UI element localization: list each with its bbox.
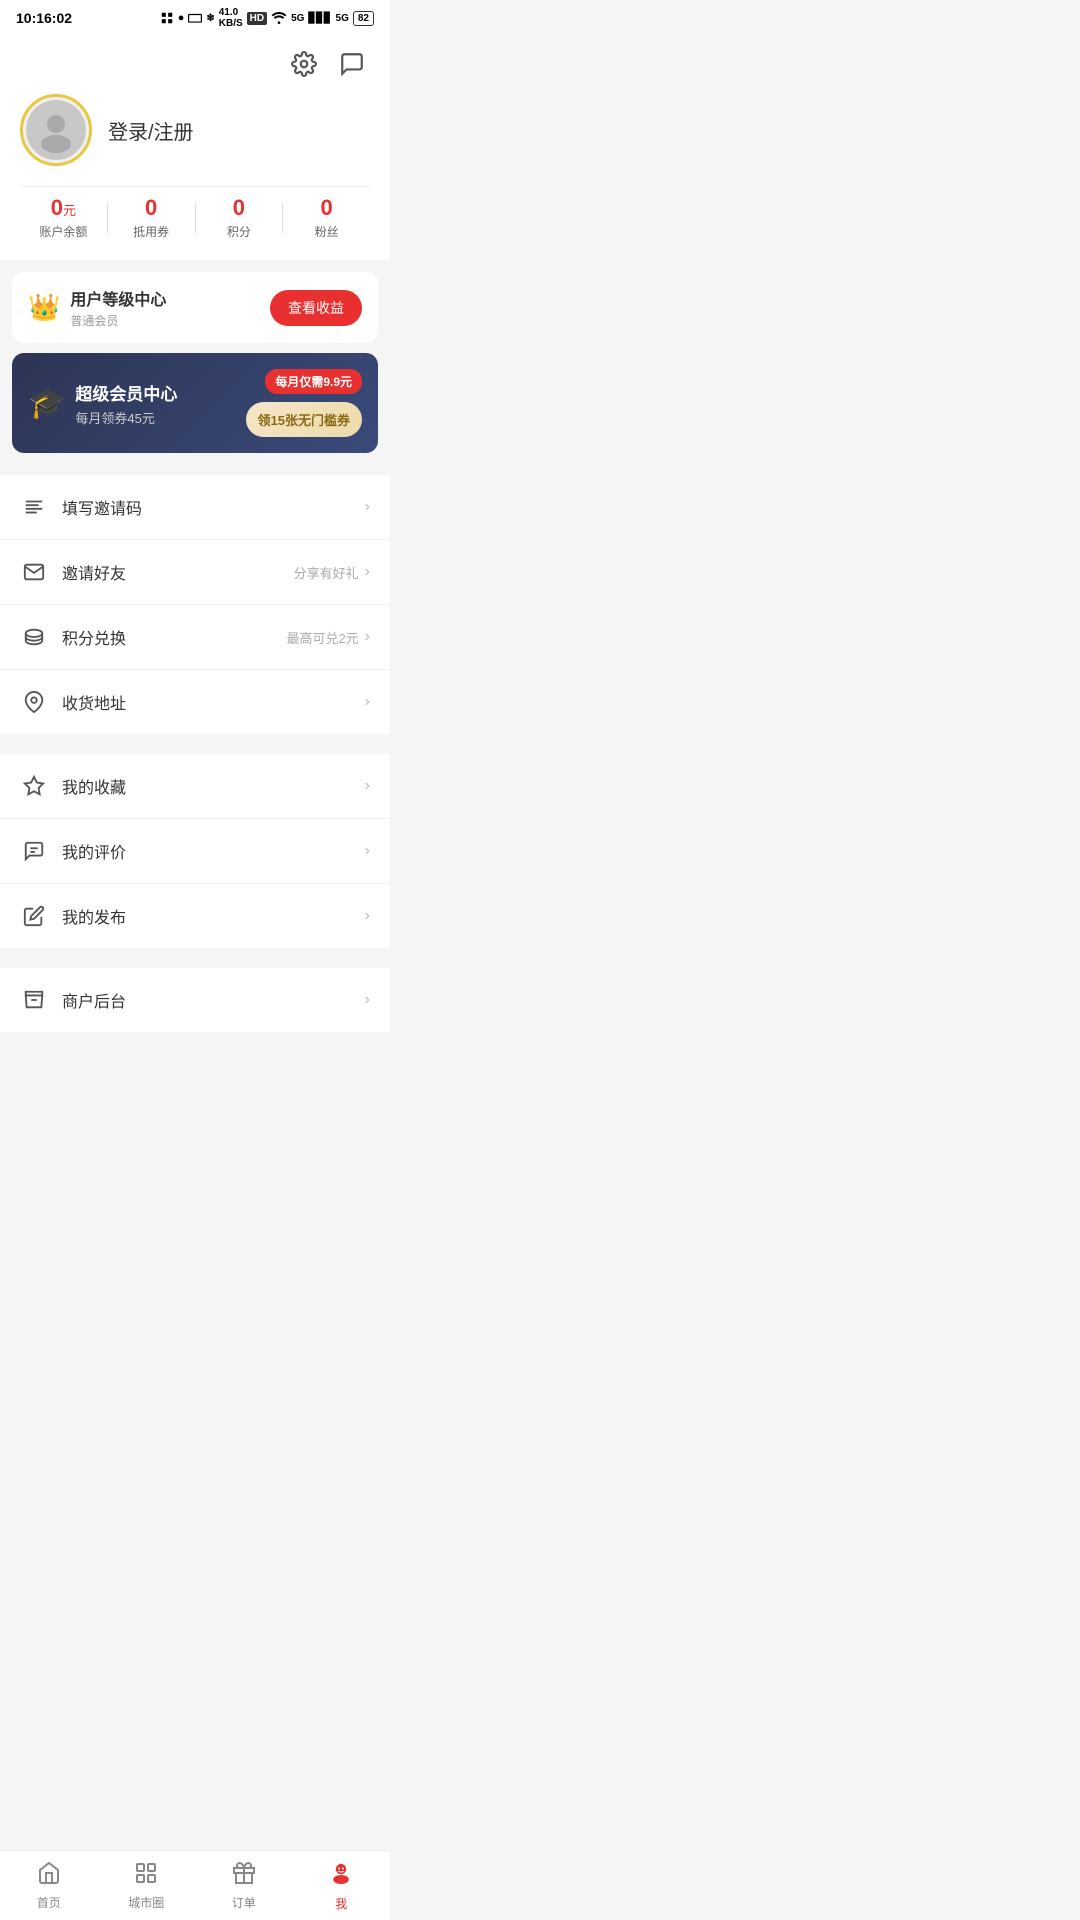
invite-friends-icon [20,558,48,586]
favorites-icon [20,772,48,800]
stats-row: 0元 账户余额 0 抵用券 0 积分 0 粉丝 [20,186,370,244]
reviews-icon [20,837,48,865]
invite-code-label: 填写邀请码 [62,495,365,519]
address-icon [20,688,48,716]
invite-hint: 分享有好礼 [294,563,359,582]
nav-city[interactable]: 城市圈 [98,1855,196,1917]
reviews-label: 我的评价 [62,839,365,863]
crown-icon: 👑 [28,292,60,323]
profile-section[interactable]: 登录/注册 [20,94,370,166]
cards-section: 👑 用户等级中心 普通会员 查看收益 🎓 超级会员中心 每月领券45元 每月仅需… [0,260,390,465]
coupon-button[interactable]: 领15张无门槛券 [246,402,362,437]
bottom-nav: 首页 城市圈 订单 [0,1850,390,1920]
balance-label: 账户余额 [39,223,87,240]
vip-card[interactable]: 👑 用户等级中心 普通会员 查看收益 [12,272,378,343]
menu-gap-1 [0,734,390,744]
points-exchange-icon [20,623,48,651]
arrow-icon: › [365,498,370,516]
super-vip-subtitle: 每月领券45元 [75,408,177,427]
menu-reviews[interactable]: 我的评价 › [0,819,390,884]
super-vip-right: 每月仅需9.9元 领15张无门槛券 [246,369,362,437]
avatar[interactable] [20,94,92,166]
avatar-placeholder [26,100,86,160]
vip-title: 用户等级中心 [70,286,166,310]
address-label: 收货地址 [62,690,365,714]
invite-code-icon [20,493,48,521]
status-time: 10:16:02 [16,10,72,26]
arrow-icon: › [365,777,370,795]
menu-group-1: 填写邀请码 › 邀请好友 分享有好礼 › 积分兑换 最高可兑2元 › [0,475,390,734]
arrow-icon: › [365,628,370,646]
merchant-label: 商户后台 [62,988,365,1012]
super-vip-left: 🎓 超级会员中心 每月领券45元 [28,380,177,427]
menu-group-3: 商户后台 › [0,968,390,1032]
stat-fans[interactable]: 0 粉丝 [283,195,370,240]
arrow-icon: › [365,693,370,711]
menu-my-posts[interactable]: 我的发布 › [0,884,390,948]
nav-me-label: 我 [335,1895,347,1912]
vip-info: 用户等级中心 普通会员 [70,286,166,329]
orders-icon [232,1861,256,1891]
favorites-label: 我的收藏 [62,774,365,798]
header-section: 登录/注册 0元 账户余额 0 抵用券 0 积分 0 粉丝 [0,36,390,260]
bottom-spacer [0,1032,390,1112]
status-icons: ● ❄ 41.0KB/S HD 5G ▊▊▊ 5G 82 [160,7,374,29]
arrow-icon: › [365,842,370,860]
arrow-icon: › [365,563,370,581]
menu-points-exchange[interactable]: 积分兑换 最高可兑2元 › [0,605,390,670]
nav-home[interactable]: 首页 [0,1855,98,1917]
graduation-icon: 🎓 [28,386,65,421]
arrow-icon: › [365,991,370,1009]
points-value: 0 [233,195,245,221]
vip-subtitle: 普通会员 [70,312,166,329]
invite-friends-label: 邀请好友 [62,560,294,584]
super-vip-title: 超级会员中心 [75,380,177,405]
vip-card-left: 👑 用户等级中心 普通会员 [28,286,166,329]
nav-me[interactable]: 我 [293,1854,391,1918]
nav-home-label: 首页 [37,1894,61,1911]
fans-label: 粉丝 [315,223,339,240]
settings-icon[interactable] [286,46,322,82]
merchant-icon [20,986,48,1014]
message-icon[interactable] [334,46,370,82]
coupon-label: 抵用券 [133,223,169,240]
stat-coupon[interactable]: 0 抵用券 [108,195,195,240]
menu-favorites[interactable]: 我的收藏 › [0,754,390,819]
super-vip-card[interactable]: 🎓 超级会员中心 每月领券45元 每月仅需9.9元 领15张无门槛券 [12,353,378,453]
nav-city-label: 城市圈 [128,1894,164,1911]
points-hint: 最高可兑2元 [286,628,358,647]
menu-gap-2 [0,948,390,958]
menu-address[interactable]: 收货地址 › [0,670,390,734]
city-icon [134,1861,158,1891]
super-vip-info: 超级会员中心 每月领券45元 [75,380,177,427]
price-badge: 每月仅需9.9元 [265,369,362,394]
arrow-icon: › [365,907,370,925]
points-exchange-label: 积分兑换 [62,625,286,649]
menu-group-2: 我的收藏 › 我的评价 › 我的发布 › [0,754,390,948]
menu-invite-code[interactable]: 填写邀请码 › [0,475,390,540]
my-posts-icon [20,902,48,930]
profile-login-text[interactable]: 登录/注册 [108,116,194,145]
fans-value: 0 [321,195,333,221]
home-icon [37,1861,61,1891]
points-label: 积分 [227,223,251,240]
header-top [20,46,370,82]
stat-points[interactable]: 0 积分 [196,195,283,240]
nav-orders-label: 订单 [232,1894,256,1911]
balance-value: 0元 [51,195,76,221]
status-bar: 10:16:02 ● ❄ 41.0KB/S HD 5G ▊▊▊ 5G 82 [0,0,390,36]
stat-balance[interactable]: 0元 账户余额 [20,195,107,240]
coupon-value: 0 [145,195,157,221]
me-icon [328,1860,354,1892]
nav-orders[interactable]: 订单 [195,1855,293,1917]
view-earnings-button[interactable]: 查看收益 [270,290,362,326]
menu-merchant[interactable]: 商户后台 › [0,968,390,1032]
my-posts-label: 我的发布 [62,904,365,928]
menu-invite-friends[interactable]: 邀请好友 分享有好礼 › [0,540,390,605]
